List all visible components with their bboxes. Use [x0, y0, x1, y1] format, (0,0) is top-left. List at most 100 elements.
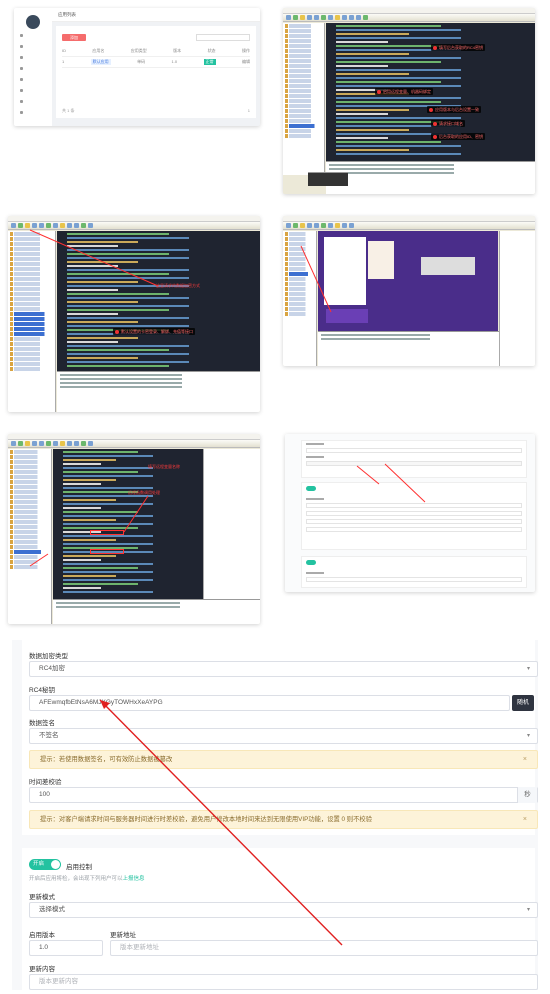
update-hint: 开启后应用将检，会出现下列用户可以上报信息	[29, 876, 145, 882]
rc4-key-label: RC4秘钥	[29, 687, 56, 694]
project-tree[interactable]	[8, 449, 52, 624]
update-mode-label: 更新模式	[29, 894, 55, 901]
unit-suffix: 秒	[517, 787, 537, 803]
update-url-label: 更新地址	[110, 932, 136, 939]
col-header: 应用类型	[130, 48, 147, 53]
time-check-input[interactable]: 100 秒	[29, 787, 538, 803]
ide-screenshot-config: 填写后台获取的RC4密钥 启用远程变量、机器码绑定 应用版本与后台设置一致 请求…	[283, 8, 535, 194]
code-editor[interactable]	[53, 449, 203, 599]
edit-link[interactable]: 编辑	[242, 59, 250, 65]
update-content-label: 更新内容	[29, 966, 55, 973]
highlight-box	[90, 530, 124, 535]
dialog-box	[421, 257, 475, 275]
annotation: 填写后台获取的RC4密钥	[431, 44, 486, 51]
chevron-down-icon: ▾	[526, 733, 530, 739]
avatar	[26, 15, 40, 29]
rc4-key-input[interactable]: AFEwmqfbEtNsA6MJXGyTOWHxXeAYPG	[29, 695, 510, 711]
sidebar-item[interactable]	[18, 76, 48, 84]
preview-window	[324, 237, 366, 305]
sign-label: 数据签名	[29, 720, 55, 727]
cell: 单码	[137, 59, 146, 64]
annotation: 启用远程变量、机器码绑定	[375, 88, 433, 95]
toolbar[interactable]	[283, 222, 535, 230]
preview-card	[368, 241, 394, 279]
encrypt-type-select[interactable]: RC4加密 ▾	[29, 661, 538, 677]
encrypt-type-label: 数据加密类型	[29, 653, 68, 660]
app-table: ID 应用名 应用类型 版本 状态 操作 1 默认应用 单码 1.0 正常 编辑	[62, 46, 250, 68]
col-header: 状态	[207, 48, 216, 53]
admin-sidebar	[14, 8, 52, 126]
form-section	[301, 440, 527, 478]
time-tip-alert: 提示：对客户端请求时间与服务器时间进行时差校验，避免用户修改本地时间来达到无限使…	[29, 810, 538, 829]
sign-tip-alert: 提示：若使用数据签名，可有效防止数据被篡改 ×	[29, 750, 538, 769]
form-section	[301, 482, 527, 550]
hint-link[interactable]: 上报信息	[123, 876, 145, 882]
cell: 1	[62, 59, 65, 64]
sidebar-item-active[interactable]	[18, 54, 48, 62]
version-input[interactable]: 1.0	[29, 940, 103, 956]
highlight-box	[90, 549, 124, 554]
sidebar-item[interactable]	[18, 109, 48, 117]
pagination: 共 1 条 1	[62, 108, 250, 114]
admin-card: 添加 ID 应用名 应用类型 版本 状态 操作 1 默认应用 单码 1.0 正常…	[56, 26, 256, 118]
table-header: ID 应用名 应用类型 版本 状态 操作	[62, 46, 250, 57]
sign-select[interactable]: 不签名 ▾	[29, 728, 538, 744]
sidebar-item[interactable]	[18, 87, 48, 95]
total-count: 共 1 条	[62, 108, 75, 113]
annotation: 默认设置的卡密登录、解绑、充值等接口	[113, 328, 195, 335]
tip-text: 提示：对客户端请求时间与服务器时间进行时差校验，避免用户修改本地时间来达到无限使…	[40, 816, 372, 823]
update-url-input[interactable]: 版本更新地址	[110, 940, 538, 956]
update-toggle[interactable]: 开启	[29, 859, 61, 870]
ide-screenshot-interfaces: 这里请求的数据加密方式 默认设置的卡密登录、解绑、充值等接口	[8, 216, 260, 412]
toolbar[interactable]	[8, 222, 260, 230]
sidebar-item[interactable]	[18, 32, 48, 40]
project-tree[interactable]	[283, 23, 325, 175]
properties-panel[interactable]	[499, 231, 535, 366]
search-input[interactable]	[196, 34, 250, 41]
col-header: 应用名	[92, 48, 105, 53]
admin-app-list-screenshot: 应用列表 添加 ID 应用名 应用类型 版本 状态 操作 1 默认应用 单码 1…	[14, 8, 260, 126]
form-designer[interactable]	[318, 231, 498, 331]
status-badge: 正常	[203, 59, 216, 65]
output-panel	[57, 371, 260, 412]
col-header: 版本	[173, 48, 182, 53]
close-icon[interactable]: ×	[523, 751, 527, 768]
annotation: 请求接口域名	[431, 120, 465, 127]
project-tree[interactable]	[283, 231, 317, 366]
update-title: 启用控制	[66, 864, 92, 871]
toolbar[interactable]	[8, 440, 260, 448]
random-key-button[interactable]: 随机	[512, 695, 534, 711]
time-check-label: 时间差校验	[29, 779, 62, 786]
update-mode-select[interactable]: 选择模式 ▾	[29, 902, 538, 918]
settings-form-thumbnail	[285, 434, 535, 592]
table-row[interactable]: 1 默认应用 单码 1.0 正常 编辑	[62, 57, 250, 68]
sidebar-item[interactable]	[18, 43, 48, 51]
cell-tag: 默认应用	[90, 59, 111, 65]
update-section	[22, 848, 535, 990]
chevron-down-icon: ▾	[526, 666, 530, 672]
toolbar[interactable]	[283, 14, 535, 22]
add-button[interactable]: 添加	[62, 34, 86, 41]
sidebar-item[interactable]	[18, 65, 48, 73]
output-panel	[326, 161, 535, 194]
col-header: ID	[62, 48, 66, 53]
annotation: 远程函数调用处理	[128, 490, 160, 495]
code-editor[interactable]	[57, 231, 260, 371]
annotation: 填写远程变量名称	[148, 464, 180, 469]
col-header: 操作	[241, 48, 250, 53]
annotation: 应用版本与后台设置一致	[427, 106, 481, 113]
project-tree[interactable]	[8, 231, 56, 412]
preview-banner	[326, 309, 368, 323]
properties-panel[interactable]	[203, 449, 260, 599]
update-content-input[interactable]: 版本更新内容	[29, 974, 538, 990]
page-number[interactable]: 1	[248, 108, 250, 114]
tooltip	[308, 172, 348, 186]
sidebar-item[interactable]	[18, 98, 48, 106]
close-icon[interactable]: ×	[523, 811, 527, 828]
settings-form: 数据加密类型 RC4加密 ▾ RC4秘钥 AFEwmqfbEtNsA6MJXGyT…	[12, 640, 538, 990]
ide-screenshot-designer	[283, 216, 535, 366]
form-section	[301, 556, 527, 588]
output-panel	[53, 599, 260, 624]
admin-header: 应用列表	[52, 8, 260, 22]
cell: 1.0	[171, 59, 178, 64]
